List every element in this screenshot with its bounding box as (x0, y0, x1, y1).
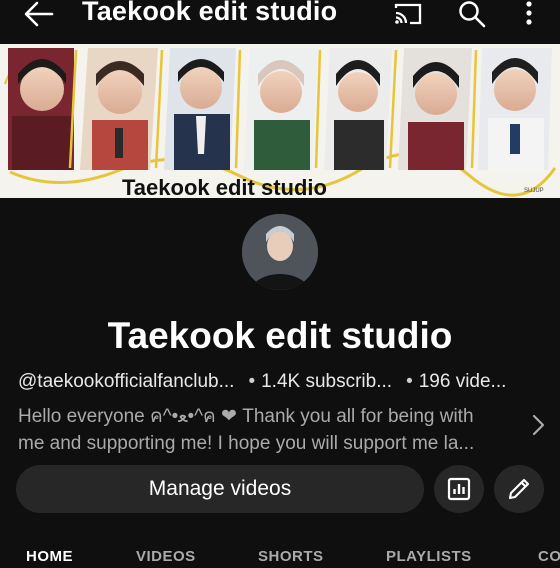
app-bar-title: Taekook edit studio (82, 0, 338, 26)
tab-playlists[interactable]: PLAYLISTS (386, 548, 472, 565)
search-icon[interactable] (458, 0, 486, 28)
channel-description-line-2[interactable]: me and supporting me! I hope you will su… (18, 433, 528, 455)
meta-separator: • (248, 371, 256, 392)
channel-banner: Taekook edit studio SUJUP (0, 44, 560, 198)
manage-videos-button[interactable]: Manage videos (16, 465, 424, 513)
more-vert-icon[interactable] (520, 0, 538, 28)
chevron-right-icon[interactable] (528, 412, 548, 438)
back-arrow-icon[interactable] (22, 0, 56, 28)
video-count: 196 vide... (418, 371, 507, 392)
channel-meta: @taekookofficialfanclub... • 1.4K subscrib… (18, 371, 506, 393)
edit-channel-button[interactable] (494, 465, 544, 513)
channel-name: Taekook edit studio (107, 315, 453, 356)
top-app-bar: Taekook edit studio (0, 0, 560, 44)
analytics-button[interactable] (434, 465, 484, 513)
channel-avatar[interactable] (242, 214, 318, 290)
tab-videos[interactable]: VIDEOS (136, 548, 196, 565)
meta-separator: • (406, 371, 413, 392)
subscriber-count: 1.4K subscrib... (261, 371, 393, 392)
tab-shorts[interactable]: SHORTS (258, 548, 324, 565)
channel-tabs: HOME VIDEOS SHORTS PLAYLISTS CO (0, 548, 560, 568)
tab-community[interactable]: CO (538, 548, 560, 565)
channel-description-line-1[interactable]: Hello everyone ค^•ﻌ•^ค ❤ Thank you all f… (18, 401, 528, 431)
pencil-icon (508, 478, 530, 500)
analytics-icon (447, 477, 471, 501)
cast-icon[interactable] (393, 2, 423, 26)
manage-videos-label: Manage videos (148, 477, 292, 500)
avatar-image (242, 214, 318, 290)
channel-handle[interactable]: @taekookofficialfanclub... (18, 371, 234, 392)
tab-home[interactable]: HOME (26, 548, 73, 565)
banner-small-tag: SUJUP (524, 188, 544, 194)
banner-caption: Taekook edit studio (122, 175, 327, 198)
